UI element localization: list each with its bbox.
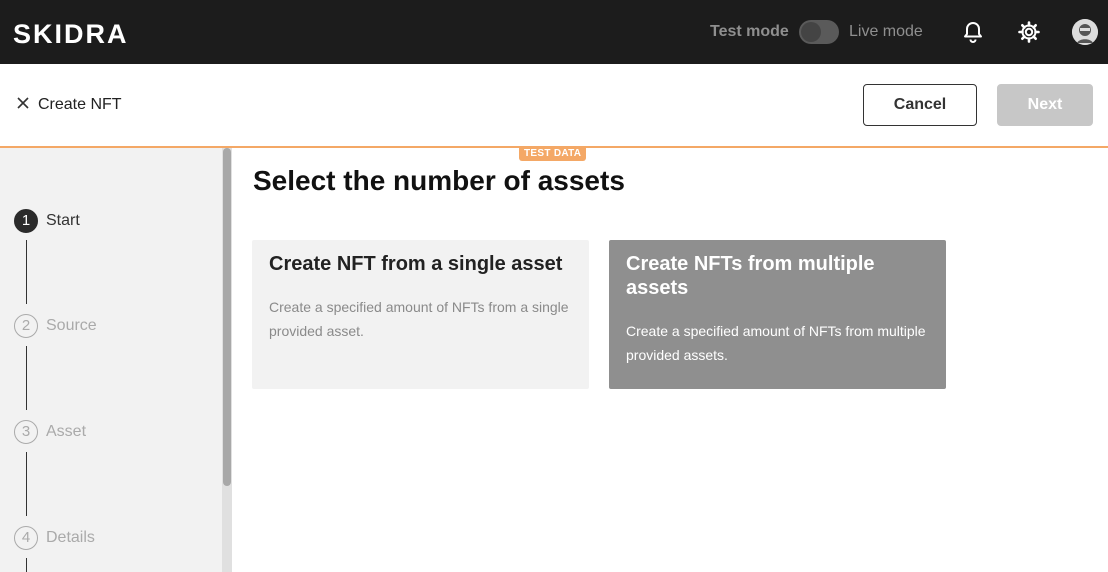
avatar[interactable] <box>1072 19 1098 45</box>
step-label: Source <box>46 317 97 334</box>
scrollbar-thumb[interactable] <box>223 148 231 486</box>
step-connector <box>26 558 27 572</box>
gear-icon[interactable] <box>1017 20 1041 44</box>
live-mode-label: Live mode <box>849 23 923 40</box>
card-title: Create NFT from a single asset <box>269 253 563 275</box>
step-connector <box>26 240 27 304</box>
step-label: Start <box>46 212 80 229</box>
multiple-assets-option-card[interactable]: Create NFTs from multiple assets Create … <box>609 240 946 389</box>
close-icon[interactable] <box>17 97 29 109</box>
skidra-logo[interactable]: SKIDRA <box>13 20 163 46</box>
sidebar-scrollbar[interactable] <box>222 148 232 572</box>
step-number: 1 <box>14 209 38 233</box>
top-app-bar: SKIDRA Test mode Live mode <box>0 0 1108 64</box>
step-label: Asset <box>46 423 87 440</box>
test-data-badge: TEST DATA <box>519 146 587 161</box>
step-connector <box>26 452 27 516</box>
stepper-sidebar: 1 Start 2 Source 3 Asset 4 Details <box>0 148 222 572</box>
step-number: 4 <box>14 526 38 550</box>
page-header: Create NFT Cancel Next <box>0 64 1108 148</box>
single-asset-option-card[interactable]: Create NFT from a single asset Create a … <box>252 240 589 389</box>
card-description: Create a specified amount of NFTs from a… <box>269 299 569 339</box>
toggle-knob <box>801 22 821 42</box>
logo-text: SKIDRA <box>13 20 129 46</box>
next-button[interactable]: Next <box>997 84 1093 126</box>
section-title: Select the number of assets <box>253 165 625 196</box>
mode-toggle[interactable] <box>799 20 839 44</box>
bell-icon[interactable] <box>961 20 985 44</box>
step-connector <box>26 346 27 410</box>
step-number: 3 <box>14 420 38 444</box>
avatar-image <box>1072 19 1098 45</box>
page-title: Create NFT <box>38 96 122 113</box>
card-description: Create a specified amount of NFTs from m… <box>626 323 926 363</box>
cancel-button[interactable]: Cancel <box>863 84 977 126</box>
card-title: Create NFTs from multiple assets <box>626 253 875 299</box>
step-label: Details <box>46 529 95 546</box>
step-number: 2 <box>14 314 38 338</box>
test-mode-label: Test mode <box>710 23 789 40</box>
